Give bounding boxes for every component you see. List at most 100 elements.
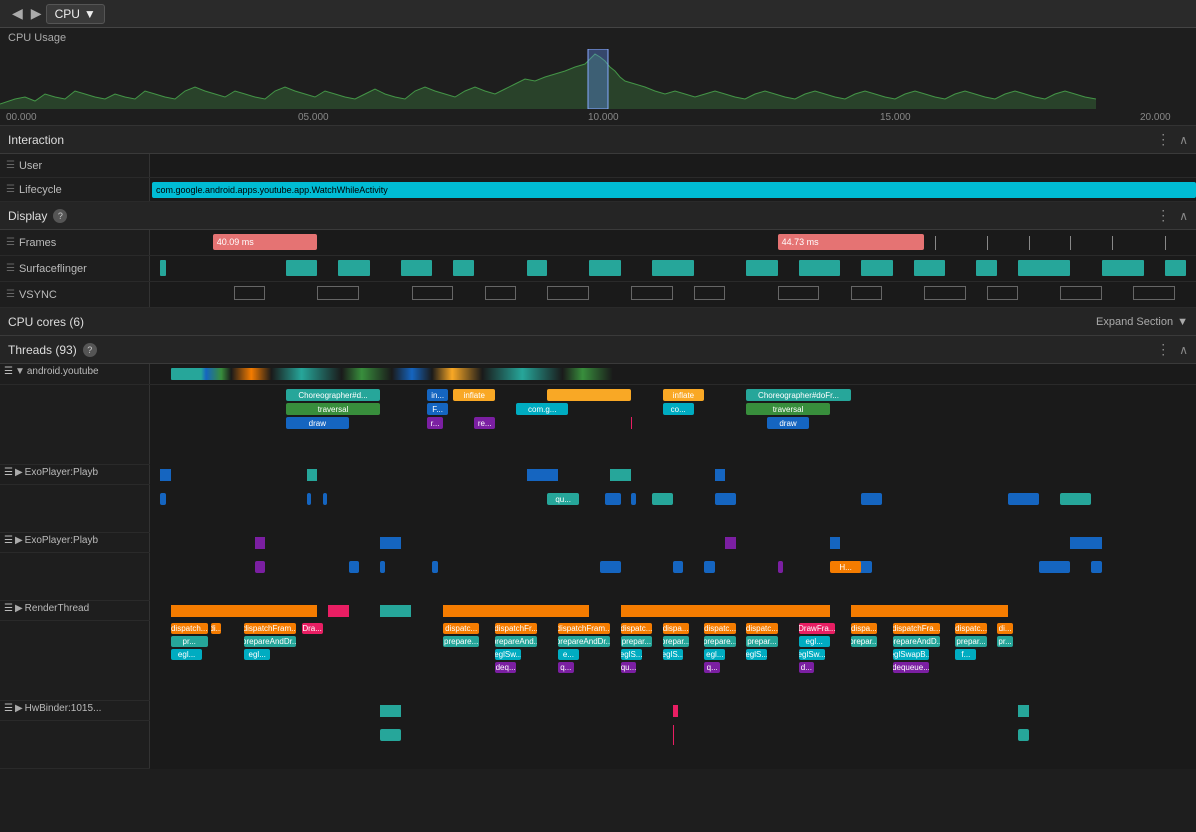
ep2-header-content [150,533,1196,553]
rt-pr1: pr... [171,636,208,647]
rt-eglswapb: eglSwapB... [893,649,930,660]
hwbinder-header: ☰ ▶ HwBinder:1015... [0,701,1196,721]
ay-block-comg: com.g... [516,403,568,415]
rt-e1: e... [558,649,579,660]
display-header: Display ? ⋮ ∧ [0,202,1196,230]
renderthread-content-row: dispatch... di... dispatchFram... Dra...… [0,621,1196,701]
interaction-menu[interactable]: ⋮ [1156,131,1171,148]
v10 [924,286,966,300]
ay-block-choreo1: Choreographer#d... [286,389,380,401]
ep1-qu: qu... [547,493,578,505]
ay-expand-arrow: ▼ [15,366,25,377]
frames-bar-2-text: 44.73 ms [782,237,819,247]
sf-block-15 [1102,260,1144,276]
user-label-text: User [19,160,42,172]
rt-preanddr2: prepareAndDr... [558,636,610,647]
android-youtube-header-row: ☰ ▼ android.youtube [0,364,1196,385]
display-help[interactable]: ? [53,209,67,223]
ep2-b3 [380,561,385,573]
expand-label: Expand Section [1096,316,1173,328]
ep1-menu-icon: ☰ [4,467,13,478]
display-menu[interactable]: ⋮ [1156,207,1171,224]
rt-di1: di... [211,623,221,634]
exoplayer1-header: ☰ ▶ ExoPlayer:Playb [0,465,1196,485]
rt-dra1: Dra... [302,623,323,634]
threads-collapse[interactable]: ∧ [1179,343,1188,357]
rt-eglsw1: eglSw... [495,649,521,660]
ep2-b6 [673,561,683,573]
rt-prepar4: prepar... [746,636,777,647]
rt-pr2: pr... [997,636,1013,647]
ep2-b5 [600,561,621,573]
exoplayer2-content-row: H... [0,553,1196,601]
hw-label-text: HwBinder:1015... [25,703,102,714]
interaction-controls: ⋮ ∧ [1156,131,1188,148]
sf-content [150,256,1196,281]
threads-menu[interactable]: ⋮ [1156,341,1171,358]
cpu-cores-title: CPU cores (6) [8,315,84,329]
hw-menu-icon: ☰ [4,703,13,714]
tick-3 [1029,236,1030,250]
sf-block-4 [401,260,432,276]
title-dropdown[interactable]: CPU ▼ [46,4,105,24]
threads-controls: ⋮ ∧ [1156,341,1188,358]
display-collapse[interactable]: ∧ [1179,209,1188,223]
ep2-b7 [704,561,714,573]
ay-label-text: android.youtube [27,366,99,377]
frames-bar-1: 40.09 ms [213,234,318,250]
ay-marker1 [631,417,632,429]
interaction-title-label: Interaction [8,133,64,147]
android-youtube-content: Choreographer#d... in... inflate inflate… [150,385,1196,465]
rt-prepare1: prepare... [443,636,480,647]
hw-header-content [150,701,1196,721]
ep2-b4 [432,561,437,573]
main-scroll[interactable]: Interaction ⋮ ∧ ☰ User ☰ Lifecycle com.g… [0,126,1196,832]
renderthread-content-label [0,621,150,700]
rt-di2: di... [997,623,1013,634]
back-button[interactable]: ◀ [8,5,27,22]
ay-block-inflate1: inflate [453,389,495,401]
frames-bar-1-text: 40.09 ms [217,237,254,247]
hw-line1 [673,725,674,745]
ep1-b6 [652,493,673,505]
threads-help[interactable]: ? [83,343,97,357]
rt-menu-icon: ☰ [4,603,13,614]
sf-block-5 [453,260,474,276]
ep2-menu-icon: ☰ [4,535,13,546]
rt-header-content [150,601,1196,621]
rt-prepar5: prepar... [851,636,877,647]
vsync-label-text: VSYNC [19,289,57,301]
rt-f1: f... [955,649,976,660]
interaction-collapse[interactable]: ∧ [1179,133,1188,147]
v5 [547,286,589,300]
v9 [851,286,882,300]
rt-prepare2: prepare... [704,636,735,647]
ay-block-inflate-long [547,389,631,401]
ep1-b5 [631,493,636,505]
renderthread-label: ☰ ▶ RenderThread [0,601,150,620]
ep1-expand: ▶ [15,467,23,478]
time-10: 10.000 [588,112,619,123]
ay-block-f: F... [427,403,448,415]
ep1-b3 [323,493,327,505]
ay-block-co: co... [663,403,694,415]
forward-button[interactable]: ▶ [27,5,46,22]
cpu-cores-label: CPU cores (6) [8,315,84,329]
time-15: 15.000 [880,112,911,123]
rt-preandD1: prepareAndD... [893,636,940,647]
ep1-header-content [150,465,1196,485]
sf-label-text: Surfaceflinger [19,263,87,275]
frames-menu-icon: ☰ [6,237,15,248]
ep1-overview [150,469,1196,481]
ep2-b8 [778,561,783,573]
frames-row: ☰ Frames 40.09 ms 44.73 ms [0,230,1196,256]
sf-block-16 [1165,260,1186,276]
hwbinder-content-label [0,721,150,768]
cpu-cores-expand-btn[interactable]: Expand Section ▼ [1096,316,1188,328]
sf-block-7 [589,260,620,276]
display-controls: ⋮ ∧ [1156,207,1188,224]
vsync-content [150,282,1196,307]
dropdown-arrow: ▼ [84,7,96,21]
interaction-title: Interaction [8,133,64,147]
rt-q1: q... [558,662,574,673]
